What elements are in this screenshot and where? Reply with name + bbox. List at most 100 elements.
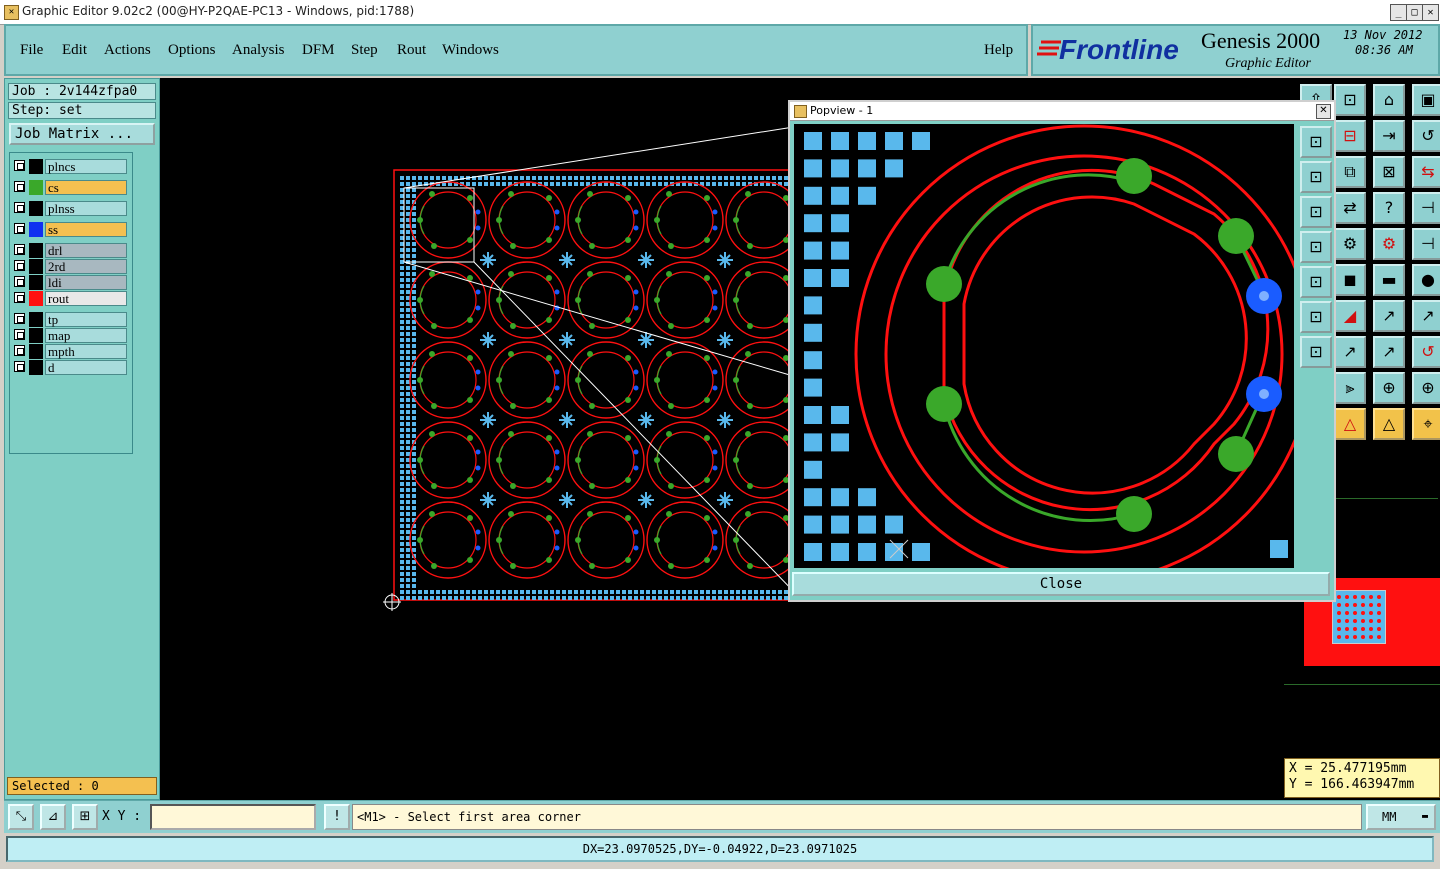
toolbar-tool-icon[interactable]: ⧉ — [1334, 156, 1366, 188]
layer-row-d[interactable]: d — [12, 360, 132, 375]
popview-tool-icon[interactable]: ⊡ — [1300, 301, 1332, 333]
popview-close-button[interactable]: Close — [792, 572, 1330, 596]
popview-tool-icon[interactable]: ⊡ — [1300, 231, 1332, 263]
layer-row-plnss[interactable]: plnss — [12, 201, 132, 216]
layer-checkbox[interactable] — [14, 260, 25, 271]
layer-name[interactable]: map — [45, 328, 127, 343]
popview-tool-icon[interactable]: ⊡ — [1300, 126, 1332, 158]
layer-row-2rd[interactable]: 2rd — [12, 259, 132, 274]
popview-tool-icon[interactable]: ⊡ — [1300, 336, 1332, 368]
toolbar-tool-icon[interactable]: ⊣ — [1412, 228, 1440, 260]
layer-checkbox[interactable] — [14, 244, 25, 255]
measure-icon[interactable]: ⊿ — [40, 804, 66, 830]
menu-options[interactable]: Options — [168, 42, 216, 59]
menu-analysis[interactable]: Analysis — [232, 42, 285, 59]
popview-tool-icon[interactable]: ⊡ — [1300, 161, 1332, 193]
toolbar-tool-icon[interactable]: ↗ — [1373, 300, 1405, 332]
toolbar-tool-icon[interactable]: ▬ — [1373, 264, 1405, 296]
job-matrix-button[interactable]: Job Matrix ... — [9, 123, 155, 145]
popview-close-icon[interactable]: ✕ — [1316, 104, 1331, 119]
toolbar-tool-icon[interactable]: ↺ — [1412, 120, 1440, 152]
layer-checkbox[interactable] — [14, 181, 25, 192]
layer-checkbox[interactable] — [14, 361, 25, 372]
alert-button[interactable]: ! — [324, 804, 350, 830]
layer-name[interactable]: drl — [45, 243, 127, 258]
layer-name[interactable]: plncs — [45, 159, 127, 174]
zoom-area-icon[interactable]: ⤡ — [8, 804, 34, 830]
layer-name[interactable]: 2rd — [45, 259, 127, 274]
close-window-button[interactable]: ✕ — [1422, 4, 1439, 21]
menu-dfm[interactable]: DFM — [302, 42, 335, 59]
menu-actions[interactable]: Actions — [104, 42, 151, 59]
toolbar-tool-icon[interactable]: ▣ — [1412, 84, 1440, 116]
mask-dot — [556, 182, 560, 186]
layer-row-tp[interactable]: tp — [12, 312, 132, 327]
toolbar-tool-icon[interactable]: ↗ — [1373, 336, 1405, 368]
layer-checkbox[interactable] — [14, 345, 25, 356]
layer-name[interactable]: mpth — [45, 344, 127, 359]
menu-file[interactable]: File — [20, 42, 43, 59]
layer-name[interactable]: cs — [45, 180, 127, 195]
toolbar-tool-icon[interactable]: ◼ — [1334, 264, 1366, 296]
toolbar-tool-icon[interactable]: ⚙ — [1373, 228, 1405, 260]
layer-row-drl[interactable]: drl — [12, 243, 132, 258]
layer-row-mpth[interactable]: mpth — [12, 344, 132, 359]
toolbar-tool-icon[interactable]: ↗ — [1334, 336, 1366, 368]
maximize-button[interactable]: □ — [1406, 4, 1423, 21]
popview-tool-icon[interactable]: ⊡ — [1300, 266, 1332, 298]
layer-name[interactable]: ldi — [45, 275, 127, 290]
toolbar-tool-icon[interactable]: ⊣ — [1412, 192, 1440, 224]
menu-step[interactable]: Step — [351, 42, 378, 59]
grid-icon[interactable]: ⊞ — [72, 804, 98, 830]
toolbar-tool-icon[interactable]: ◢ — [1334, 300, 1366, 332]
toolbar-tool-icon[interactable]: ⚙ — [1334, 228, 1366, 260]
layer-row-ss[interactable]: ss — [12, 222, 132, 237]
toolbar-tool-icon[interactable]: ⇄ — [1334, 192, 1366, 224]
menu-rout[interactable]: Rout — [397, 42, 426, 59]
toolbar-tool-icon[interactable]: ⌖ — [1412, 408, 1440, 440]
layer-checkbox[interactable] — [14, 223, 25, 234]
popview-canvas[interactable] — [794, 124, 1314, 584]
toolbar-tool-icon[interactable]: △ — [1334, 408, 1366, 440]
popview-drawing[interactable] — [794, 124, 1314, 584]
toolbar-tool-icon[interactable]: ● — [1412, 264, 1440, 296]
toolbar-tool-icon[interactable]: ⊠ — [1373, 156, 1405, 188]
toolbar-tool-icon[interactable]: ⊡ — [1334, 84, 1366, 116]
layer-name[interactable]: tp — [45, 312, 127, 327]
layer-checkbox[interactable] — [14, 160, 25, 171]
minimize-button[interactable]: _ — [1390, 4, 1407, 21]
layer-row-plncs[interactable]: plncs — [12, 159, 132, 174]
toolbar-tool-icon[interactable]: ⇥ — [1373, 120, 1405, 152]
layer-name[interactable]: ss — [45, 222, 127, 237]
toolbar-tool-icon[interactable]: ⊕ — [1373, 372, 1405, 404]
toolbar-tool-icon[interactable]: ↺ — [1412, 336, 1440, 368]
toolbar-tool-icon[interactable]: ⌂ — [1373, 84, 1405, 116]
toolbar-tool-icon[interactable]: ⫸ — [1334, 372, 1366, 404]
toolbar-tool-icon[interactable]: ⊟ — [1334, 120, 1366, 152]
toolbar-tool-icon[interactable]: ↗ — [1412, 300, 1440, 332]
layer-row-ldi[interactable]: ldi — [12, 275, 132, 290]
layer-name[interactable]: rout — [45, 291, 127, 306]
layer-row-map[interactable]: map — [12, 328, 132, 343]
layer-checkbox[interactable] — [14, 292, 25, 303]
window-title: Graphic Editor 9.02c2 (00@HY-P2QAE-PC13 … — [22, 4, 415, 18]
layer-name[interactable]: plnss — [45, 201, 127, 216]
layer-checkbox[interactable] — [14, 313, 25, 324]
layer-row-cs[interactable]: cs — [12, 180, 132, 195]
toolbar-tool-icon[interactable]: ? — [1373, 192, 1405, 224]
menu-edit[interactable]: Edit — [62, 42, 87, 59]
toolbar-tool-icon[interactable]: ⊕ — [1412, 372, 1440, 404]
toolbar-tool-icon[interactable]: ⇆ — [1412, 156, 1440, 188]
layer-row-rout[interactable]: rout — [12, 291, 132, 306]
mask-dot — [568, 596, 572, 600]
toolbar-tool-icon[interactable]: △ — [1373, 408, 1405, 440]
menu-windows[interactable]: Windows — [442, 42, 499, 59]
layer-name[interactable]: d — [45, 360, 127, 375]
units-selector[interactable]: MM ▬ — [1366, 804, 1436, 830]
menu-help[interactable]: Help — [984, 42, 1013, 59]
layer-checkbox[interactable] — [14, 276, 25, 287]
popview-tool-icon[interactable]: ⊡ — [1300, 196, 1332, 228]
xy-input[interactable] — [150, 804, 316, 830]
layer-checkbox[interactable] — [14, 202, 25, 213]
layer-checkbox[interactable] — [14, 329, 25, 340]
